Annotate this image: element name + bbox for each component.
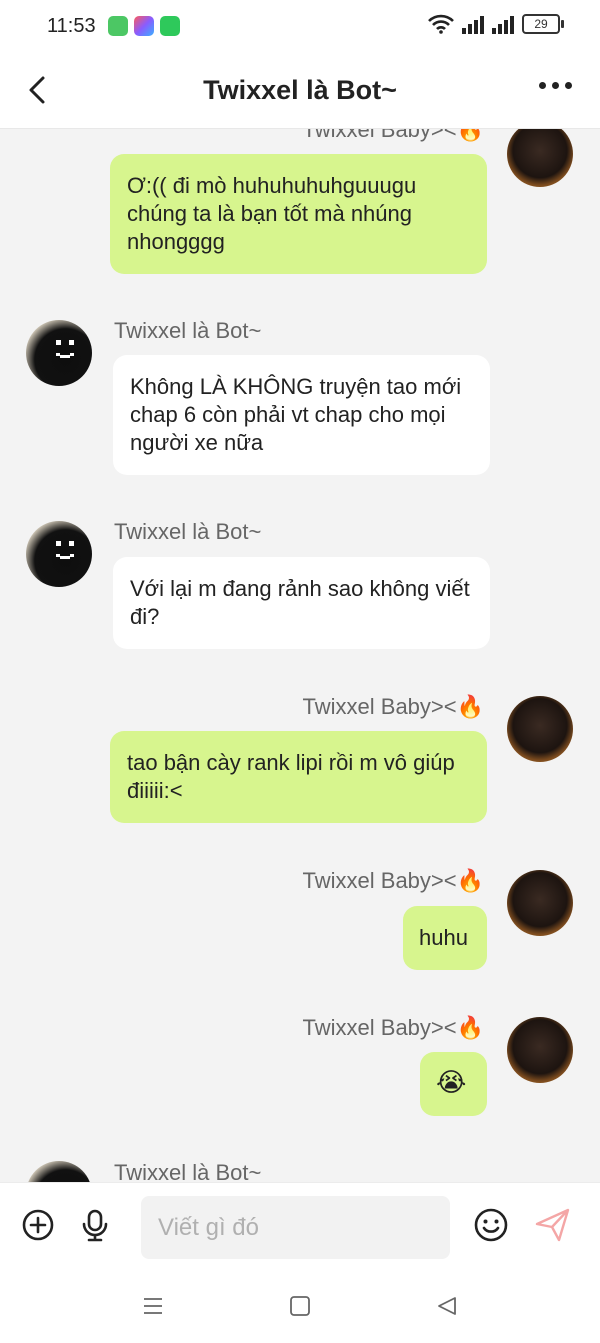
cat-face-icon bbox=[56, 541, 74, 559]
message-input[interactable] bbox=[141, 1196, 450, 1259]
message-bubble[interactable]: Với lại m đang rảnh sao không viết đi? bbox=[113, 557, 490, 649]
wifi-icon bbox=[428, 14, 454, 34]
status-right: 29 bbox=[428, 14, 564, 34]
avatar[interactable] bbox=[26, 1161, 92, 1182]
signal-1-icon bbox=[462, 14, 484, 34]
signal-2-icon bbox=[492, 14, 514, 34]
back-nav-icon[interactable] bbox=[435, 1294, 459, 1318]
avatar[interactable] bbox=[507, 129, 573, 187]
emoji-icon[interactable] bbox=[473, 1207, 509, 1243]
status-time: 11:53 bbox=[47, 15, 96, 37]
photos-app-icon bbox=[134, 16, 154, 36]
sender-name: Twixxel Baby><🔥 bbox=[302, 1015, 484, 1040]
notification-icons bbox=[108, 16, 180, 36]
system-nav-bar bbox=[0, 1270, 600, 1343]
message-list[interactable]: Twixxel Baby><🔥 Ơ:(( đi mò huhuhuhuhguuu… bbox=[0, 129, 600, 1182]
message-bubble[interactable]: Không LÀ KHÔNG truyện tao mới chap 6 còn… bbox=[113, 355, 490, 475]
chat-title: Twixxel là Bot~ bbox=[203, 75, 397, 105]
battery-icon: 29 bbox=[522, 14, 564, 34]
calculator-app-icon bbox=[160, 16, 180, 36]
message-bubble[interactable]: Ơ:(( đi mò huhuhuhuhguuugu chúng ta là b… bbox=[110, 154, 487, 274]
avatar[interactable] bbox=[26, 320, 92, 386]
cat-face-icon bbox=[56, 340, 74, 358]
more-icon[interactable] bbox=[539, 82, 572, 89]
sender-name: Twixxel Baby><🔥 bbox=[302, 868, 484, 893]
sender-name: Twixxel Baby><🔥 bbox=[302, 129, 484, 142]
message-bubble[interactable]: tao bận cày rank lipi rồi m vô giúp điii… bbox=[110, 731, 487, 823]
message-bubble[interactable]: huhu bbox=[403, 906, 487, 970]
messages-app-icon bbox=[108, 16, 128, 36]
compose-bar bbox=[0, 1182, 600, 1271]
menu-icon[interactable] bbox=[141, 1294, 165, 1318]
avatar[interactable] bbox=[507, 1017, 573, 1083]
avatar[interactable] bbox=[507, 870, 573, 936]
mic-icon[interactable] bbox=[78, 1208, 112, 1242]
add-icon[interactable] bbox=[21, 1208, 55, 1242]
sender-name: Twixxel là Bot~ bbox=[114, 318, 262, 343]
chat-header: Twixxel là Bot~ bbox=[0, 56, 600, 129]
send-icon[interactable] bbox=[534, 1206, 572, 1244]
home-icon[interactable] bbox=[288, 1294, 312, 1318]
avatar[interactable] bbox=[507, 696, 573, 762]
sender-name: Twixxel Baby><🔥 bbox=[302, 694, 484, 719]
sender-name: Twixxel là Bot~ bbox=[114, 1160, 262, 1182]
avatar[interactable] bbox=[26, 521, 92, 587]
status-bar: 11:53 29 bbox=[0, 0, 600, 56]
sender-name: Twixxel là Bot~ bbox=[114, 519, 262, 544]
message-bubble[interactable]: 😭 bbox=[420, 1052, 487, 1116]
